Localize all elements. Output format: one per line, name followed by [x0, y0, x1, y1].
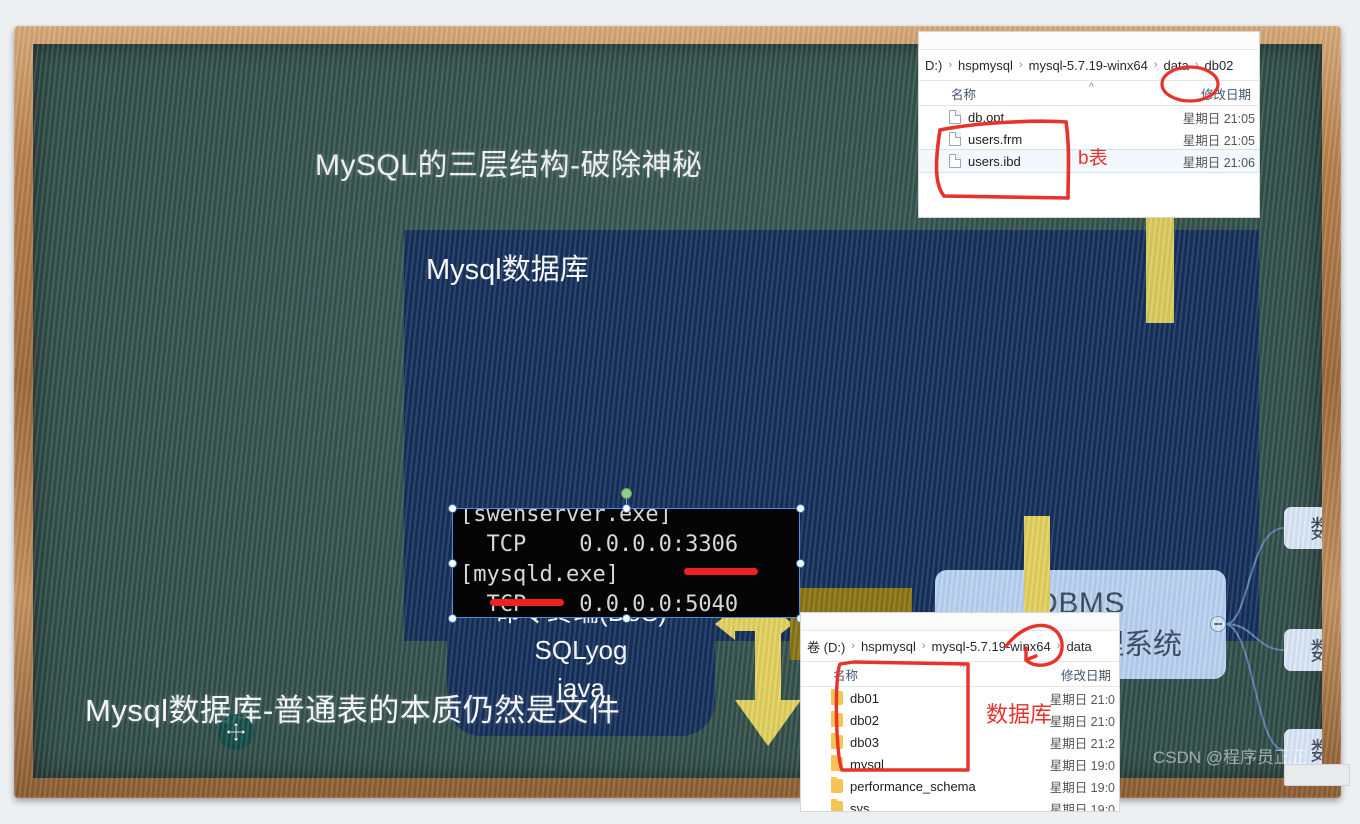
rotate-handle[interactable]	[621, 488, 632, 499]
table-row[interactable]: sys 星期日 19:0	[801, 797, 1119, 811]
explorer-top-chrome	[919, 32, 1259, 50]
folder-icon	[831, 799, 843, 811]
file-date: 星期日 19:0	[1049, 802, 1115, 812]
selection-handle-ml[interactable]	[448, 559, 457, 568]
db-node-db2[interactable]: 数据库DB2	[1284, 629, 1322, 671]
selection-handle-bl[interactable]	[448, 614, 457, 623]
screenshot-stage: MySQL的三层结构-破除神秘 Mysql数据库 SQLyog java DBM…	[0, 0, 1360, 824]
selection-handle-mr[interactable]	[796, 559, 805, 568]
client-line-3: SQLyog	[534, 635, 628, 665]
terminal-line-2: TCP 0.0.0.0:3306	[460, 532, 739, 557]
page-caption: Mysql数据库-普通表的本质仍然是文件	[85, 693, 621, 728]
annotation-label-database: 数据库	[986, 702, 1053, 727]
move-cursor-icon	[225, 721, 247, 743]
selection-handle-tl[interactable]	[448, 504, 457, 513]
terminal-line-3: [mysqld.exe]	[460, 562, 619, 587]
selection-handle-tc[interactable]	[622, 504, 631, 513]
mouse-cursor-highlight	[218, 714, 254, 750]
red-circle-annotation-db02	[934, 65, 1220, 200]
terminal-screenshot[interactable]: [swenserver.exe] TCP 0.0.0.0:3306 [mysql…	[452, 508, 800, 618]
taskbar-tray-thumb[interactable]	[1284, 764, 1350, 786]
selection-handle-tr[interactable]	[796, 504, 805, 513]
red-underline-mysqld	[490, 599, 564, 606]
red-underline-3306	[684, 568, 758, 575]
collapse-icon-dbms[interactable]	[1210, 616, 1226, 632]
selection-handle-bc[interactable]	[622, 614, 631, 623]
db-node-db1[interactable]: 数据库DB1	[1284, 507, 1322, 549]
file-name: sys	[850, 800, 870, 812]
page-title: MySQL的三层结构-破除神秘	[315, 149, 703, 182]
annotation-label-b-table: b表	[1078, 148, 1108, 169]
